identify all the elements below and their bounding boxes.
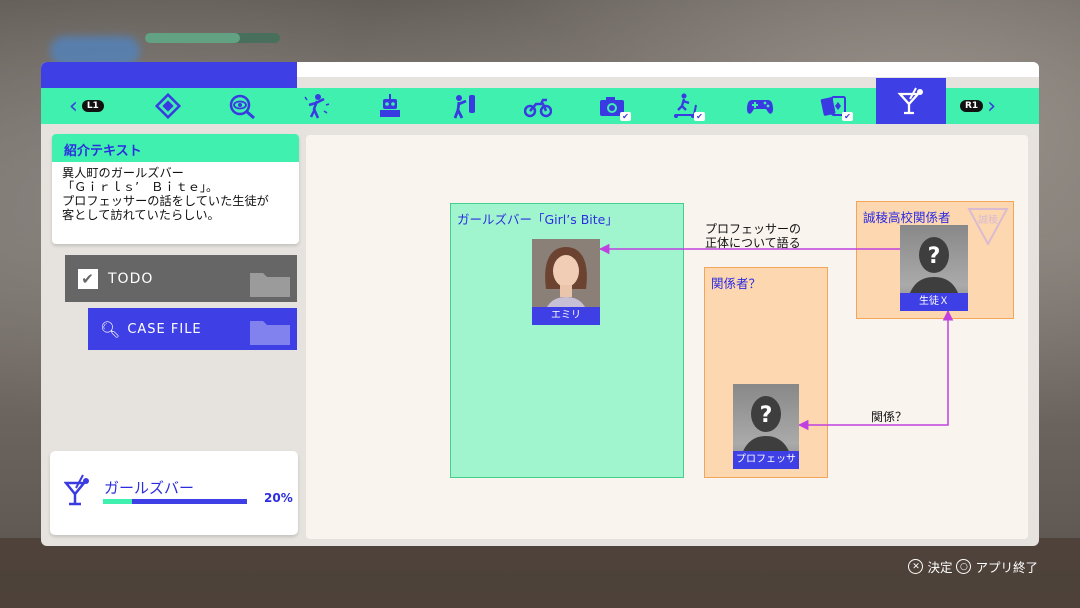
completed-check-icon: ✔: [694, 112, 705, 121]
background-health-bar: [145, 33, 280, 43]
svg-text:?: ?: [928, 244, 941, 269]
r1-button-icon: R1: [960, 100, 984, 112]
confirm-hint: 決定: [927, 560, 953, 575]
panel-top-strip: [41, 62, 1039, 88]
tab-gamepad[interactable]: [737, 88, 783, 124]
intro-title: 紹介テキスト: [52, 134, 299, 162]
tab-camera[interactable]: ✔: [589, 88, 635, 124]
progress-name: ガールズバー: [104, 479, 195, 497]
cocktail-icon: [897, 87, 923, 115]
character-card-emiri[interactable]: エミリ: [532, 239, 600, 325]
folder-icon: [250, 321, 290, 345]
group-label: 関係者？: [711, 276, 762, 291]
dancer-icon: [304, 94, 330, 119]
progress-card: ガールズバー 20%: [50, 451, 298, 535]
tab-girls-bar[interactable]: [876, 78, 946, 124]
tab-cards[interactable]: ✔: [811, 88, 857, 124]
tab-boxing[interactable]: [441, 88, 487, 124]
group-label: ガールズバー「Girl’s Bite」: [457, 212, 618, 227]
checkbox-icon: ✔: [78, 268, 98, 289]
intro-body: 異人町のガールズバー 「Ｇｉｒｌｓ’ Ｂｉｔｅ」。 プロフェッサーの話をしていた…: [62, 166, 269, 222]
chevron-left-icon: ‹: [69, 93, 78, 119]
progress-fill: [103, 499, 132, 504]
tab-robot[interactable]: [367, 88, 413, 124]
completed-check-icon: ✔: [842, 112, 853, 121]
progress-bar: [103, 499, 247, 504]
robot-icon: [380, 94, 400, 117]
tab-scooter[interactable]: ✔: [663, 88, 709, 124]
chevron-right-icon: ›: [987, 93, 997, 119]
character-card-student-x[interactable]: ? 生徒Ｘ: [900, 225, 968, 311]
school-seal-icon: 誠稜: [967, 208, 1009, 245]
case-file-button[interactable]: 🔍︎ CASE FILE: [88, 308, 297, 350]
folder-icon: [250, 273, 290, 297]
app-panel: ‹ L1 ✔ ✔ ✔ R1 › 紹介テキスト 異人町のガールズバー 「Ｇｉｒｌｓ…: [41, 62, 1039, 546]
motorcycle-icon: [524, 98, 552, 118]
progress-percent: 20%: [264, 491, 293, 505]
next-tab-button[interactable]: R1 ›: [956, 88, 996, 124]
character-name: プロフェッサー: [733, 451, 799, 469]
todo-label: TODO: [108, 270, 154, 287]
boxer-icon: [453, 95, 475, 119]
link-label-x-to-professor: 関係？: [871, 410, 908, 424]
button-hints: ✕ 決定 ○ アプリ終了: [908, 557, 1038, 576]
cross-button-icon: ✕: [908, 559, 924, 574]
svg-text:?: ?: [760, 403, 773, 428]
tab-bar: ‹ L1 ✔ ✔ ✔ R1 ›: [41, 78, 1039, 124]
tab-investigate[interactable]: [219, 88, 265, 124]
diamond-icon: [154, 93, 182, 119]
character-name: 生徒Ｘ: [900, 293, 968, 311]
tab-diamond[interactable]: [145, 88, 191, 124]
character-card-professor[interactable]: ? プロフェッサー: [733, 384, 799, 469]
svg-text:誠稜: 誠稜: [978, 213, 998, 226]
relationship-chart: ガールズバー「Girl’s Bite」 関係者？ 誠稜高校関係者 誠稜 エミリ …: [306, 135, 1028, 539]
case-file-label: CASE FILE: [127, 321, 202, 337]
search-icon: 🔍︎: [100, 319, 122, 339]
link-label-x-to-emiri: プロフェッサーの 正体について語る: [705, 222, 802, 250]
circle-button-icon: ○: [956, 559, 972, 574]
completed-check-icon: ✔: [620, 112, 631, 121]
quit-hint: アプリ終了: [975, 560, 1038, 575]
todo-button[interactable]: ✔ TODO: [65, 255, 297, 302]
l1-button-icon: L1: [81, 100, 104, 112]
prev-tab-button[interactable]: ‹ L1: [69, 88, 108, 124]
cocktail-icon: [64, 474, 89, 506]
tab-dance[interactable]: [293, 88, 339, 124]
gamepad-icon: [747, 100, 773, 114]
character-name: エミリ: [532, 307, 600, 325]
intro-text-card: 紹介テキスト 異人町のガールズバー 「Ｇｉｒｌｓ’ Ｂｉｔｅ」。 プロフェッサー…: [52, 134, 299, 244]
group-label: 誠稜高校関係者: [863, 210, 951, 225]
eye-magnifier-icon: [229, 94, 255, 119]
tab-bike[interactable]: [515, 88, 561, 124]
